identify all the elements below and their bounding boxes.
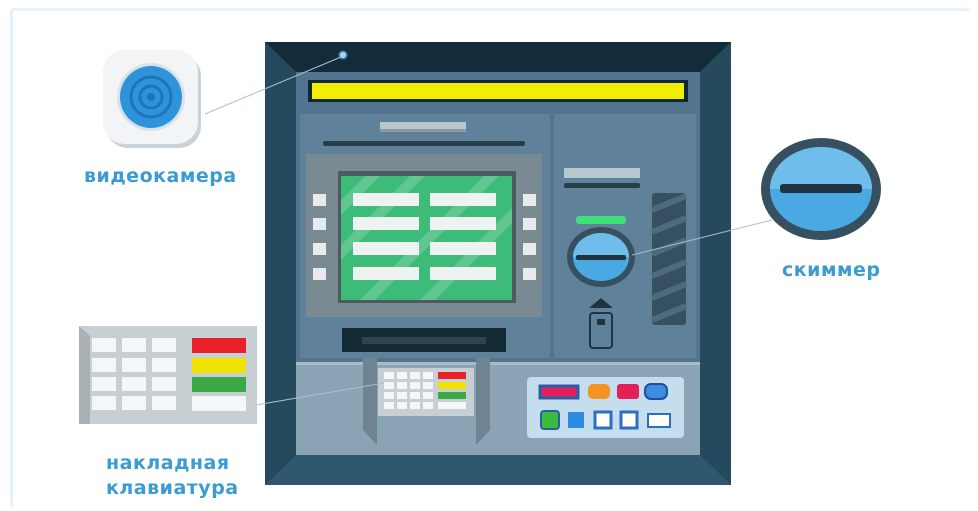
atm-frame-left-bevel xyxy=(265,42,296,485)
keypad-shield-right xyxy=(476,358,490,445)
keypad-icon-white-key xyxy=(192,396,246,411)
side-button-right xyxy=(523,243,536,255)
panel-button-green xyxy=(540,410,560,430)
card-reader-top xyxy=(564,168,640,178)
cash-slot xyxy=(362,337,486,344)
panel-button-pink xyxy=(538,384,580,400)
screen-option xyxy=(353,242,419,255)
top-yellow-strip xyxy=(312,83,684,99)
skimmer-icon-slot xyxy=(780,184,862,193)
keypad-shield-left xyxy=(363,358,377,445)
screen-option xyxy=(430,217,496,230)
panel-button-white-1 xyxy=(593,410,613,430)
screen-option xyxy=(430,193,496,206)
atm-frame-bottom-bevel xyxy=(265,455,731,485)
atm-key-cancel xyxy=(438,372,466,379)
screen-option xyxy=(353,217,419,230)
panel-button-red xyxy=(617,384,639,399)
keypad-icon-green-key xyxy=(192,377,246,392)
keypad-label-line2: клавиатура xyxy=(106,477,239,499)
camera-lens-center xyxy=(147,93,155,101)
atm-key-clear xyxy=(438,382,466,389)
receipt-slot xyxy=(323,141,525,146)
screen-option xyxy=(353,267,419,280)
atm-key-enter xyxy=(438,392,466,399)
screen-option xyxy=(430,267,496,280)
skimmer-label: скиммер xyxy=(782,259,881,281)
keypad-icon-shade xyxy=(79,326,90,424)
card-chip-icon xyxy=(597,319,605,325)
camera-label: видеокамера xyxy=(84,165,237,187)
screen-option xyxy=(353,193,419,206)
panel-button-white-3 xyxy=(647,413,671,428)
panel-button-blue-square xyxy=(568,412,584,428)
side-button-right xyxy=(523,268,536,280)
atm-illustration xyxy=(79,42,881,485)
camera-lens-icon xyxy=(103,50,201,148)
atm-frame-right-bevel xyxy=(700,42,731,485)
panel-button-blue xyxy=(644,383,668,400)
screen-option xyxy=(430,242,496,255)
side-button-left xyxy=(313,218,326,230)
panel-button-orange xyxy=(588,384,610,399)
side-button-right xyxy=(523,218,536,230)
atm-key-blank xyxy=(438,402,466,409)
skimmer-overlay-slot xyxy=(576,255,626,260)
card-slot-skimmer-icon xyxy=(761,138,881,240)
keypad-icon-red-key xyxy=(192,338,246,353)
side-button-left xyxy=(313,243,326,255)
atm-frame-top-bevel xyxy=(265,42,731,72)
keypad-label-line1: накладная xyxy=(106,452,230,474)
card-indicator-light xyxy=(576,216,626,224)
card-reader-slot xyxy=(564,183,640,188)
panel-button-white-2 xyxy=(619,410,639,430)
side-button-left xyxy=(313,194,326,206)
ledge-edge xyxy=(296,362,700,365)
side-button-right xyxy=(523,194,536,206)
receipt-slot-edge xyxy=(380,129,466,132)
atm xyxy=(265,42,731,485)
keypad-icon-yellow-key xyxy=(192,358,246,373)
overlay-keypad-icon xyxy=(79,326,257,424)
side-button-left xyxy=(313,268,326,280)
